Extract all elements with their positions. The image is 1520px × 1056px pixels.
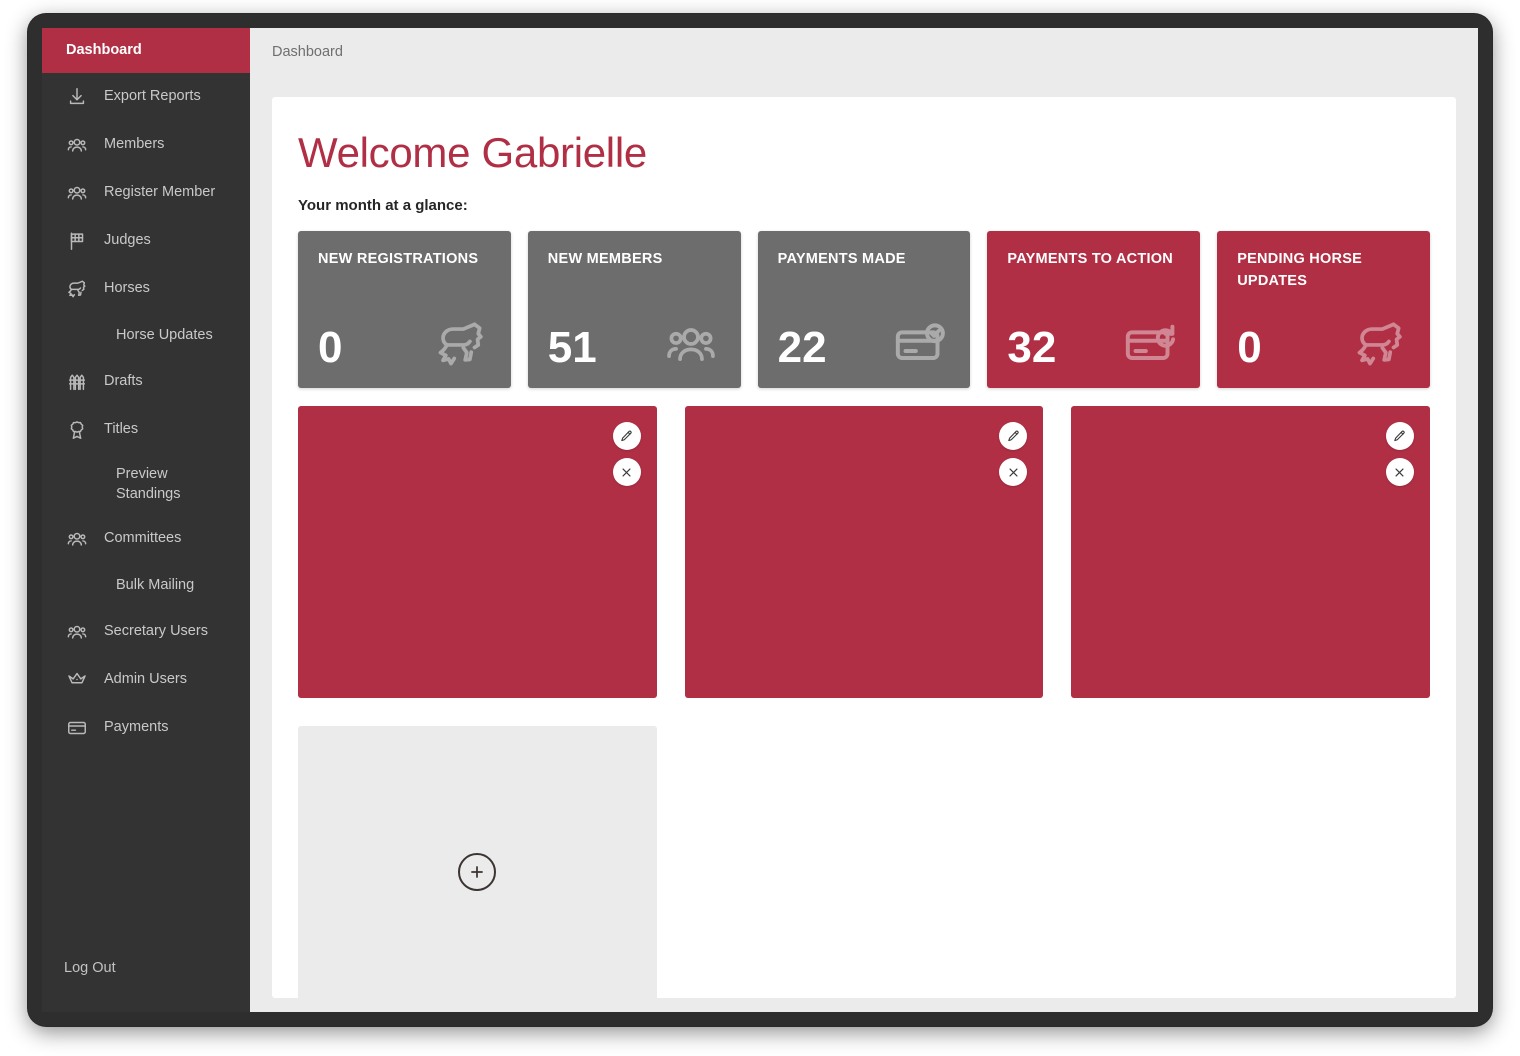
stat-card-title: PENDING HORSE UPDATES <box>1237 251 1363 289</box>
tile-actions <box>999 422 1028 487</box>
stat-card-title: NEW MEMBERS <box>547 251 663 268</box>
plus-circle-icon[interactable] <box>458 853 497 892</box>
sidebar-item-dashboard[interactable]: Dashboard <box>42 28 250 73</box>
remove-tile-button[interactable] <box>999 458 1028 487</box>
stat-card-value: 32 <box>1007 323 1057 373</box>
dashboard-tile[interactable] <box>1071 406 1430 699</box>
glance-subtitle: Your month at a glance: <box>298 197 468 215</box>
people-icon <box>64 180 90 206</box>
card-icon <box>64 715 90 741</box>
sidebar-item-label: Bulk Mailing <box>116 576 195 593</box>
sidebar-item-log-out[interactable]: Log Out <box>42 944 250 1012</box>
stat-card-payments-made[interactable]: PAYMENTS MADE 22 <box>757 231 971 389</box>
sidebar-item-drafts[interactable]: Drafts <box>42 358 250 406</box>
stat-card-title: PAYMENTS TO ACTION <box>1007 251 1174 268</box>
sidebar-nav-list: Dashboard Export Reports Members Register M… <box>42 28 250 752</box>
sidebar-item-label: Dashboard <box>66 41 142 58</box>
tile-actions <box>1385 422 1414 487</box>
stat-card-body: 32 <box>1007 271 1184 376</box>
people-icon <box>64 526 90 552</box>
content-card: Welcome Gabrielle Your month at a glance… <box>272 97 1456 998</box>
remove-tile-button[interactable] <box>1385 458 1414 487</box>
sidebar-item-judges[interactable]: Judges <box>42 217 250 265</box>
stat-card-payments-to-action[interactable]: PAYMENTS TO ACTION 32 <box>987 231 1201 389</box>
main-region: Dashboard Welcome Gabrielle Your month a… <box>250 28 1478 1012</box>
sidebar-item-label: Drafts <box>104 373 143 390</box>
sidebar-item-secretary-users[interactable]: Secretary Users <box>42 608 250 656</box>
stat-card-value: 51 <box>547 323 597 373</box>
stat-card-body: 51 <box>548 271 725 376</box>
sidebar-item-label: Admin Users <box>104 671 187 688</box>
stat-card-title: NEW REGISTRATIONS <box>318 251 479 268</box>
sidebar-item-payments[interactable]: Payments <box>42 704 250 752</box>
sidebar-item-label: Horses <box>104 280 150 297</box>
app-window-frame: Dashboard Export Reports Members Register M… <box>28 14 1492 1026</box>
sidebar-item-export-reports[interactable]: Export Reports <box>42 73 250 121</box>
page-title: Welcome Gabrielle <box>298 129 647 176</box>
sidebar-item-preview-standings[interactable]: Preview Standings <box>42 454 250 515</box>
sidebar-item-committees[interactable]: Committees <box>42 515 250 563</box>
stats-row: NEW REGISTRATIONS 0 NEW MEMBERS 51 PAYMENTS … <box>298 231 1430 389</box>
stat-card-body: 0 <box>318 271 495 376</box>
fence-icon <box>64 369 90 395</box>
crown-icon <box>64 667 90 693</box>
sidebar-item-horse-updates[interactable]: Horse Updates <box>42 313 250 358</box>
stat-card-value: 22 <box>777 323 827 373</box>
app-window: Dashboard Export Reports Members Register M… <box>42 28 1478 1012</box>
tile-actions <box>612 422 641 487</box>
download-icon <box>64 84 90 110</box>
stat-card-value: 0 <box>318 323 343 373</box>
dashboard-tile[interactable] <box>684 406 1044 699</box>
sidebar-item-label: Register Member <box>104 184 216 201</box>
sidebar-item-register-member[interactable]: Register Member <box>42 169 250 217</box>
sidebar-item-titles[interactable]: Titles <box>42 406 250 454</box>
horse-icon <box>1352 316 1408 372</box>
stat-card-title: PAYMENTS MADE <box>777 251 906 268</box>
flag-icon <box>64 228 90 254</box>
sidebar-item-horses[interactable]: Horses <box>42 265 250 313</box>
sidebar-item-admin-users[interactable]: Admin Users <box>42 656 250 704</box>
remove-tile-button[interactable] <box>612 458 641 487</box>
people-icon <box>64 619 90 645</box>
add-tile-placeholder[interactable] <box>298 726 657 998</box>
breadcrumb-label: Dashboard <box>272 44 343 60</box>
sidebar-item-label: Preview Standings <box>116 466 181 502</box>
sidebar-item-label: Members <box>104 136 165 153</box>
stat-card-value: 0 <box>1237 323 1262 373</box>
breadcrumb: Dashboard <box>250 28 1478 60</box>
dashboard-tile[interactable] <box>298 406 657 699</box>
edit-tile-button[interactable] <box>612 422 641 451</box>
sidebar-item-members[interactable]: Members <box>42 121 250 169</box>
sidebar-item-label: Committees <box>104 530 182 547</box>
dashboard-tiles-grid <box>298 406 1430 998</box>
people-icon <box>64 132 90 158</box>
card-refresh-icon <box>1122 316 1178 372</box>
sidebar-item-label: Horse Updates <box>116 326 213 343</box>
stat-card-body: 22 <box>778 271 955 376</box>
sidebar-item-label: Titles <box>104 421 139 438</box>
rosette-icon <box>64 417 90 443</box>
stat-card-new-members[interactable]: NEW MEMBERS 51 <box>527 231 741 389</box>
sidebar-item-bulk-mailing[interactable]: Bulk Mailing <box>42 563 250 608</box>
sidebar-item-label: Payments <box>104 719 169 736</box>
stat-card-body: 0 <box>1237 293 1414 377</box>
log-out-label: Log Out <box>64 960 116 976</box>
people-icon <box>663 316 719 372</box>
stat-card-pending-horse-updates[interactable]: PENDING HORSE UPDATES 0 <box>1217 231 1430 389</box>
edit-tile-button[interactable] <box>1385 422 1414 451</box>
horse-icon <box>433 316 489 372</box>
sidebar-item-label: Export Reports <box>104 88 201 105</box>
sidebar-item-label: Judges <box>104 232 151 249</box>
edit-tile-button[interactable] <box>999 422 1028 451</box>
stat-card-new-registrations[interactable]: NEW REGISTRATIONS 0 <box>298 231 511 389</box>
sidebar: Dashboard Export Reports Members Register M… <box>42 28 250 1012</box>
sidebar-item-label: Secretary Users <box>104 623 208 640</box>
horse-icon <box>64 276 90 302</box>
card-check-icon <box>892 316 948 372</box>
